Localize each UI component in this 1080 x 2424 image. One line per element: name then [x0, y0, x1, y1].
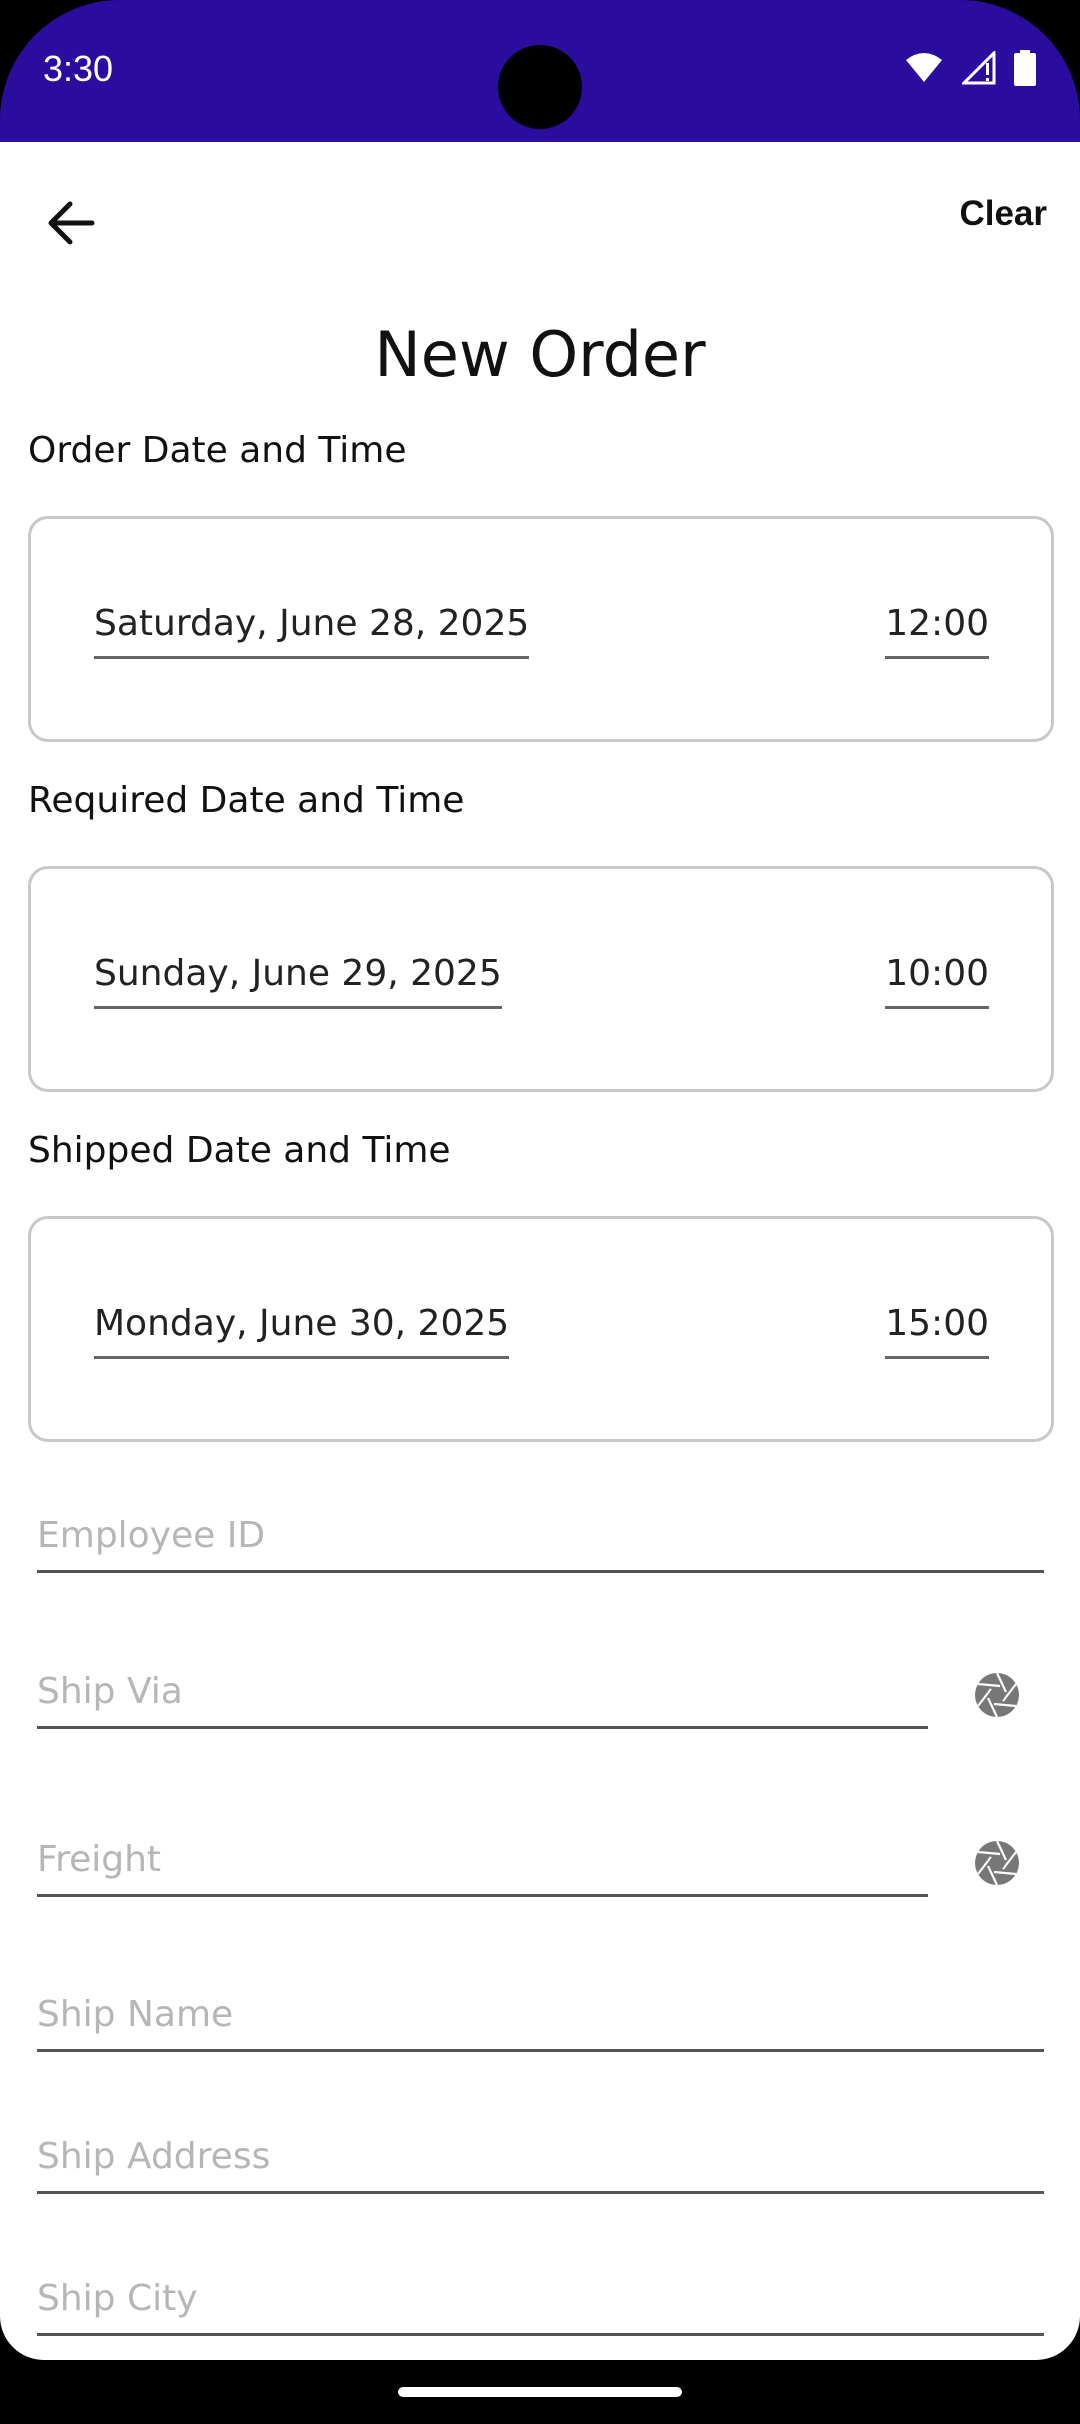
employee-id-placeholder: Employee ID: [37, 1515, 266, 1556]
shipped-time-picker[interactable]: 15:00: [885, 1303, 989, 1359]
ship-city-placeholder: Ship City: [37, 2278, 198, 2319]
status-bar: 3:30: [0, 0, 1080, 142]
freight-aperture-icon[interactable]: [974, 1840, 1020, 1886]
wifi-icon: [906, 53, 942, 82]
freight-field[interactable]: Freight: [37, 1833, 928, 1897]
ship-via-field[interactable]: Ship Via: [37, 1665, 928, 1729]
signal-icon: [962, 51, 996, 85]
shipped-date-card: Monday, June 30, 2025 15:00: [28, 1216, 1054, 1442]
order-date-picker[interactable]: Saturday, June 28, 2025: [94, 603, 530, 659]
phone-frame: 3:30 Clear New Order Order Date and Time: [0, 0, 1080, 2424]
shipped-date-label: Shipped Date and Time: [28, 1130, 451, 1171]
ship-via-placeholder: Ship Via: [37, 1671, 183, 1712]
ship-name-field[interactable]: Ship Name: [37, 1988, 1044, 2052]
status-time: 3:30: [43, 48, 114, 89]
ship-via-aperture-icon[interactable]: [974, 1672, 1020, 1718]
shipped-date-picker[interactable]: Monday, June 30, 2025: [94, 1303, 510, 1359]
back-arrow-icon[interactable]: [40, 192, 102, 254]
order-date-label: Order Date and Time: [28, 430, 407, 471]
status-icons: [904, 50, 1036, 86]
ship-address-placeholder: Ship Address: [37, 2136, 271, 2177]
required-date-label: Required Date and Time: [28, 780, 465, 821]
required-date-card: Sunday, June 29, 2025 10:00: [28, 866, 1054, 1092]
home-indicator[interactable]: [398, 2387, 682, 2397]
required-date-picker[interactable]: Sunday, June 29, 2025: [94, 953, 502, 1009]
ship-address-field[interactable]: Ship Address: [37, 2130, 1044, 2194]
new-order-screen: Clear New Order Order Date and Time Satu…: [0, 142, 1080, 2360]
ship-name-placeholder: Ship Name: [37, 1994, 234, 2035]
page-title: New Order: [374, 318, 706, 391]
required-time-picker[interactable]: 10:00: [885, 953, 989, 1009]
camera-cutout: [498, 45, 582, 129]
order-time-picker[interactable]: 12:00: [885, 603, 989, 659]
employee-id-field[interactable]: Employee ID: [37, 1509, 1044, 1573]
order-date-card: Saturday, June 28, 2025 12:00: [28, 516, 1054, 742]
freight-placeholder: Freight: [37, 1839, 162, 1880]
battery-icon: [1014, 50, 1036, 86]
ship-city-field[interactable]: Ship City: [37, 2272, 1044, 2336]
clear-button[interactable]: Clear: [959, 194, 1047, 234]
